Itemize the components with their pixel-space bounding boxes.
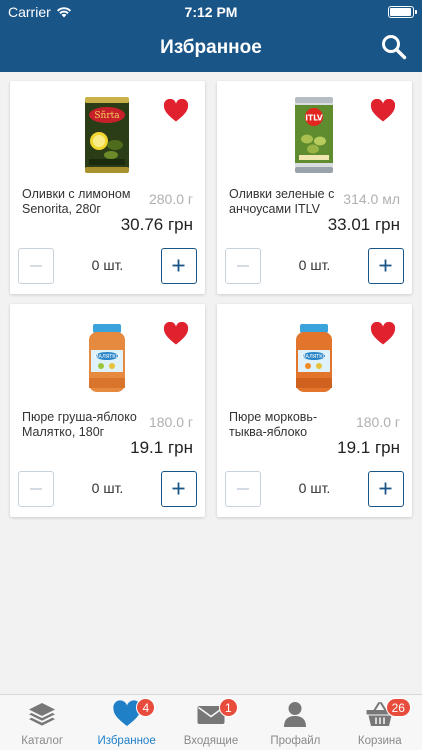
tab-favorites[interactable]: 4 Избранное <box>84 695 168 750</box>
heart-icon <box>163 98 189 122</box>
increase-quantity-button[interactable] <box>368 471 404 507</box>
quantity-stepper: 0 шт. <box>18 471 197 507</box>
tab-label: Входящие <box>183 735 239 747</box>
product-price: 19.1 грн <box>130 438 193 457</box>
favorites-count-badge: 4 <box>136 698 156 717</box>
inbox-count-badge: 1 <box>218 698 238 717</box>
tab-cart[interactable]: 26 Корзина <box>338 695 422 750</box>
svg-text:МАЛЯТКО: МАЛЯТКО <box>94 354 120 360</box>
catalog-layers-icon <box>29 703 56 726</box>
tab-bar: Каталог 4 Избранное 1 Входящие Профайл 2… <box>0 694 422 750</box>
product-price: 33.01 грн <box>327 215 400 234</box>
favorite-button[interactable] <box>370 98 396 123</box>
product-price: 19.1 грн <box>337 438 400 457</box>
product-price: 30.76 грн <box>120 215 193 234</box>
olive-can-senorita-image: Sñrta <box>85 97 129 173</box>
minus-icon <box>30 488 42 490</box>
increase-quantity-button[interactable] <box>161 248 197 284</box>
battery-icon <box>388 6 417 18</box>
svg-text:МАЛЯТКО: МАЛЯТКО <box>301 354 327 360</box>
page-title: Избранное <box>160 37 262 58</box>
increase-quantity-button[interactable] <box>161 471 197 507</box>
tab-label: Избранное <box>97 735 156 747</box>
tab-profile[interactable]: Профайл <box>253 695 337 750</box>
quantity-value: 0 шт. <box>298 480 331 496</box>
minus-icon <box>30 265 42 267</box>
heart-icon <box>370 98 396 122</box>
plus-icon <box>172 259 185 272</box>
status-time: 7:12 PM <box>184 4 238 20</box>
product-name: Оливки с лимоном Senorita, 280г <box>22 187 131 216</box>
product-name: Пюре груша-яблоко Малятко, 180г <box>22 410 137 439</box>
favorite-button[interactable] <box>370 321 396 346</box>
product-card[interactable]: ITLV Оливки зеленые с анчоусами ITLV 314… <box>217 81 412 294</box>
decrease-quantity-button[interactable] <box>18 471 54 507</box>
cart-count-badge: 26 <box>385 698 411 717</box>
quantity-stepper: 0 шт. <box>18 248 197 284</box>
quantity-stepper: 0 шт. <box>225 471 404 507</box>
puree-jar-image: МАЛЯТКО <box>89 324 125 392</box>
minus-icon <box>237 488 249 490</box>
search-icon <box>382 35 407 60</box>
product-weight: 280.0 г <box>148 191 193 207</box>
product-weight: 180.0 г <box>148 414 193 430</box>
quantity-value: 0 шт. <box>91 257 124 273</box>
tab-catalog[interactable]: Каталог <box>0 695 84 750</box>
app-header: Carrier 7:12 PM Избранное <box>0 0 422 72</box>
product-name: Пюре морковь-тыква-яблоко <box>229 410 318 439</box>
quantity-value: 0 шт. <box>298 257 331 273</box>
svg-text:ITLV: ITLV <box>305 114 323 123</box>
heart-icon <box>163 321 189 345</box>
search-button[interactable] <box>380 33 408 61</box>
favorite-button[interactable] <box>163 321 189 346</box>
product-weight: 180.0 г <box>355 414 400 430</box>
plus-icon <box>172 482 185 495</box>
puree-jar-image: МАЛЯТКО <box>296 324 332 392</box>
quantity-stepper: 0 шт. <box>225 248 404 284</box>
product-card[interactable]: Sñrta Оливки с лимоном Senorita, 280г 28… <box>10 81 205 294</box>
battery-level <box>390 8 411 16</box>
tab-label: Корзина <box>357 735 402 747</box>
heart-icon <box>370 321 396 345</box>
quantity-value: 0 шт. <box>91 480 124 496</box>
plus-icon <box>379 482 392 495</box>
tab-inbox[interactable]: 1 Входящие <box>169 695 253 750</box>
product-card[interactable]: МАЛЯТКО Пюре груша-яблоко Малятко, 180г … <box>10 304 205 517</box>
product-name: Оливки зеленые с анчоусами ITLV <box>229 187 335 216</box>
tab-label: Профайл <box>270 735 321 747</box>
decrease-quantity-button[interactable] <box>225 248 261 284</box>
product-weight: 314.0 мл <box>343 191 400 207</box>
tab-label: Каталог <box>21 735 64 747</box>
svg-text:Sñrta: Sñrta <box>94 111 120 121</box>
minus-icon <box>237 265 249 267</box>
status-bar: Carrier 7:12 PM <box>0 0 422 24</box>
plus-icon <box>379 259 392 272</box>
product-card[interactable]: МАЛЯТКО Пюре морковь-тыква-яблоко 180.0 … <box>217 304 412 517</box>
favorite-button[interactable] <box>163 98 189 123</box>
decrease-quantity-button[interactable] <box>225 471 261 507</box>
decrease-quantity-button[interactable] <box>18 248 54 284</box>
olive-can-itlv-image: ITLV <box>295 97 333 173</box>
profile-icon <box>284 702 307 727</box>
increase-quantity-button[interactable] <box>368 248 404 284</box>
